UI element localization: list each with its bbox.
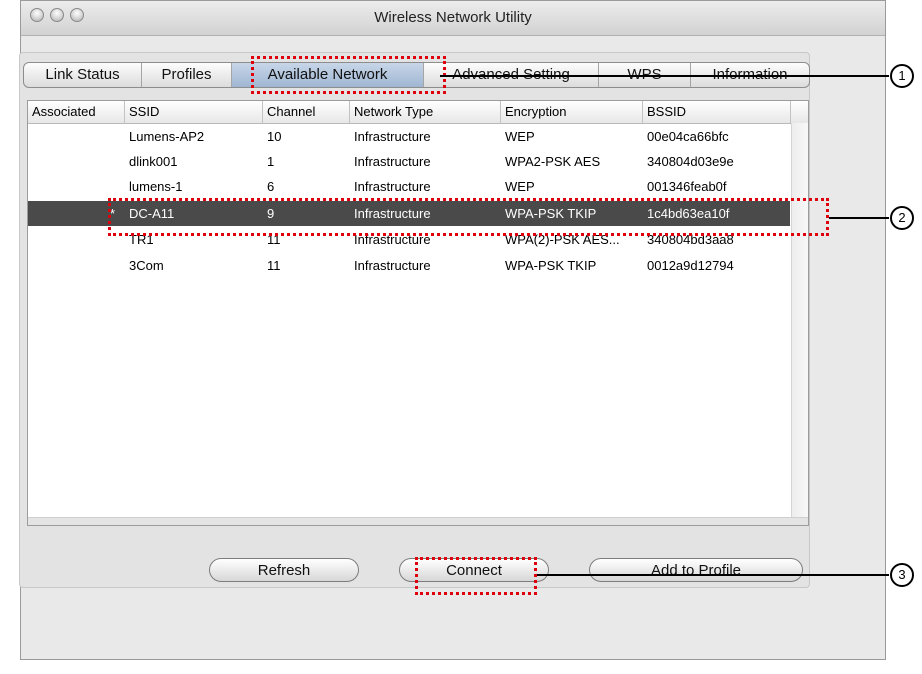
callout-leader-line (829, 217, 889, 219)
callout-leader-line (440, 75, 889, 77)
cell-associated (28, 174, 125, 199)
cell-ssid: Lumens-AP2 (129, 129, 205, 144)
table-row[interactable]: lumens-1 6 Infrastructure WEP 001346feab… (28, 174, 790, 199)
callout-number-badge: 1 (890, 64, 914, 88)
column-header-bssid[interactable]: BSSID (643, 101, 791, 123)
cell-network-type: Infrastructure (354, 154, 431, 169)
callout-highlight-available-network-tab (251, 56, 446, 94)
cell-encryption: WEP (505, 129, 535, 144)
cell-channel: 1 (267, 154, 275, 169)
column-header-encryption[interactable]: Encryption (501, 101, 643, 123)
column-header-network-type[interactable]: Network Type (350, 101, 501, 123)
tab-link-status[interactable]: Link Status (24, 63, 142, 87)
refresh-button[interactable]: Refresh (209, 558, 359, 582)
cell-ssid: lumens-1 (129, 179, 183, 194)
cell-associated (28, 124, 125, 149)
cell-channel: 11 (267, 258, 281, 273)
horizontal-scrollbar[interactable] (28, 517, 808, 525)
cell-associated (28, 149, 125, 174)
table-header: Associated SSID Channel Network Type Enc… (28, 101, 808, 124)
cell-ssid: dlink001 (129, 154, 178, 169)
column-header-associated[interactable]: Associated (28, 101, 125, 123)
callout-highlight-connect-button (415, 557, 537, 595)
window-title: Wireless Network Utility (374, 9, 532, 26)
cell-bssid: 001346feab0f (647, 179, 727, 194)
cell-bssid: 340804d03e9e (647, 154, 734, 169)
available-network-table: Associated SSID Channel Network Type Enc… (27, 100, 809, 526)
title-bar[interactable]: Wireless Network Utility (21, 1, 885, 36)
cell-ssid: 3Com (129, 258, 164, 273)
cell-bssid: 00e04ca66bfc (647, 129, 729, 144)
cell-bssid: 0012a9d12794 (647, 258, 734, 273)
callout-highlight-selected-network (108, 198, 829, 236)
add-to-profile-button[interactable]: Add to Profile (589, 558, 803, 582)
vertical-scrollbar[interactable] (791, 123, 808, 517)
column-header-ssid[interactable]: SSID (125, 101, 263, 123)
cell-network-type: Infrastructure (354, 258, 431, 273)
column-header-channel[interactable]: Channel (263, 101, 350, 123)
cell-network-type: Infrastructure (354, 179, 431, 194)
cell-encryption: WEP (505, 179, 535, 194)
cell-encryption: WPA-PSK TKIP (505, 258, 597, 273)
cell-channel: 6 (267, 179, 275, 194)
table-row[interactable]: Lumens-AP2 10 Infrastructure WEP 00e04ca… (28, 124, 790, 149)
cell-network-type: Infrastructure (354, 129, 431, 144)
table-row[interactable]: 3Com 11 Infrastructure WPA-PSK TKIP 0012… (28, 253, 790, 278)
cell-associated (28, 253, 125, 278)
cell-encryption: WPA2-PSK AES (505, 154, 601, 169)
callout-number-badge: 2 (890, 206, 914, 230)
tab-profiles[interactable]: Profiles (142, 63, 232, 87)
callout-number-badge: 3 (890, 563, 914, 587)
cell-channel: 10 (267, 129, 282, 144)
table-row[interactable]: dlink001 1 Infrastructure WPA2-PSK AES 3… (28, 149, 790, 174)
callout-leader-line (537, 574, 889, 576)
